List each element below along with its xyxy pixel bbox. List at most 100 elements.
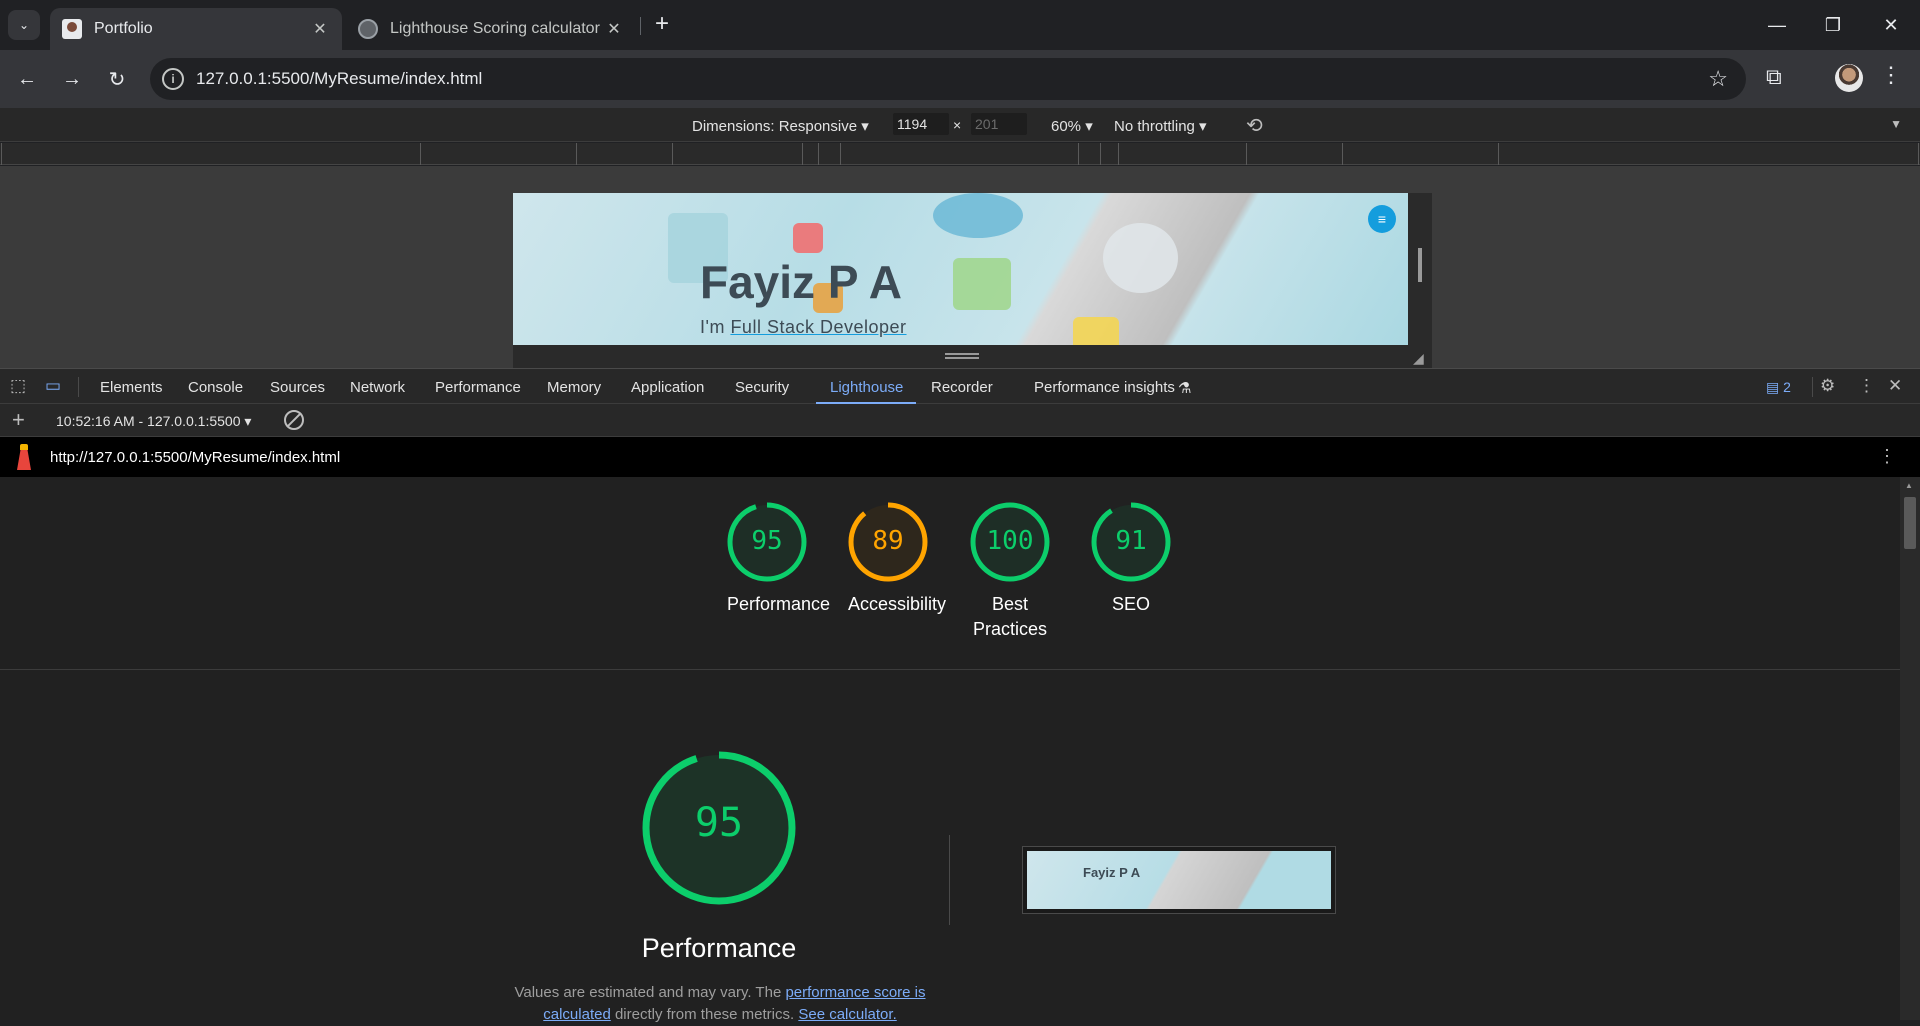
portfolio-favicon-icon [62,19,82,39]
score-gauge-accessibility[interactable]: 89 Accessibility [848,502,947,617]
profile-avatar[interactable] [1835,64,1863,92]
score-gauge-seo[interactable]: 91 SEO [1091,502,1171,617]
corner-resize-icon[interactable]: ◢ [1413,350,1424,367]
width-input[interactable]: 1194 [893,113,949,135]
bookmark-star-icon[interactable]: ☆ [1708,66,1728,92]
site-hero-subtitle: I'm Full Stack Developer [700,317,907,338]
media-query-ruler[interactable] [0,143,1920,165]
tab-performance[interactable]: Performance [435,379,521,396]
gauge-score: 89 [872,526,904,556]
performance-title: Performance [641,933,797,963]
score-gauge-best-practices[interactable]: 100 Best Practices [970,502,1050,642]
score-gauge-performance[interactable]: 95 Performance [727,502,831,617]
tab-separator [640,17,641,35]
tab-network[interactable]: Network [350,379,405,396]
close-window-button[interactable]: ✕ [1866,6,1916,44]
zoom-dropdown[interactable]: 60% ▾ [1051,117,1093,135]
close-tab-icon[interactable]: ✕ [308,19,332,39]
devtools-tab-bar: ⬚ ▭ Elements Console Sources Network Per… [0,368,1920,404]
browser-menu-icon[interactable]: ⋮ [1880,62,1902,88]
report-url[interactable]: http://127.0.0.1:5500/MyResume/index.htm… [50,449,340,466]
emulated-viewport-area: Fayiz P A I'm Full Stack Developer ≡ ◢ [0,166,1920,372]
new-report-icon[interactable]: + [12,407,25,433]
tab-lighthouse[interactable]: Lighthouse [830,379,903,396]
tab-title: Lighthouse Scoring calculator [390,20,600,37]
browser-toolbar: ← → ↻ i 127.0.0.1:5500/MyResume/index.ht… [0,50,1920,108]
minimize-button[interactable]: — [1752,6,1802,44]
site-info-icon[interactable]: i [162,68,184,90]
more-options-icon[interactable]: ▼ [1890,117,1902,131]
gauge-label: SEO [1111,594,1150,614]
subtitle-role: Full Stack Developer [730,317,907,337]
tab-search-button[interactable]: ⌄ [8,10,40,40]
tab-portfolio[interactable]: Portfolio ✕ [50,8,342,50]
restore-button[interactable]: ❐ [1808,6,1858,44]
gauge-label: Accessibility [848,594,947,614]
performance-score: 95 [694,800,744,846]
reload-button[interactable]: ↻ [100,62,134,96]
report-menu-icon[interactable]: ⋮ [1878,446,1896,467]
right-resize-handle[interactable] [1418,248,1422,282]
bottom-resize-handle[interactable] [945,353,979,359]
globe-icon [358,19,378,39]
vertical-divider [949,835,950,925]
address-url[interactable]: 127.0.0.1:5500/MyResume/index.html [196,69,482,89]
tab-application[interactable]: Application [631,379,704,396]
new-tab-button[interactable]: + [650,10,674,40]
tab-security[interactable]: Security [735,379,789,396]
emulated-page: Fayiz P A I'm Full Stack Developer ≡ [513,193,1408,345]
tab-elements[interactable]: Elements [100,379,163,396]
report-selector[interactable]: 10:52:16 AM - 127.0.0.1:5500 ▾ [56,413,251,430]
dimension-times: × [953,117,962,133]
tab-recorder[interactable]: Recorder [931,379,993,396]
device-toggle-icon[interactable]: ▭ [45,376,61,396]
clear-reports-icon[interactable] [284,410,304,430]
tab-sources[interactable]: Sources [270,379,325,396]
gauge-score: 100 [986,526,1034,556]
height-input[interactable]: 201 [971,113,1027,135]
chevron-down-icon: ⌄ [18,18,30,32]
tab-performance-insights[interactable]: Performance insights [1034,379,1175,396]
devtools-menu-icon[interactable]: ⋮ [1858,376,1875,396]
gauge-label: Best Practices [972,594,1048,639]
thumbnail-text: Fayiz P A [1083,865,1141,880]
lighthouse-report-header: http://127.0.0.1:5500/MyResume/index.htm… [0,437,1920,477]
lighthouse-report [0,477,1900,1020]
rotate-icon[interactable]: ⟲ [1246,113,1263,138]
inspect-element-icon[interactable]: ⬚ [10,376,26,396]
issues-counter[interactable]: ▤ 2 [1766,379,1791,396]
issues-count: 2 [1783,379,1791,395]
address-bar[interactable]: i 127.0.0.1:5500/MyResume/index.html ☆ [150,58,1746,100]
issues-icon: ▤ [1766,379,1784,395]
note-text: directly from these metrics. [610,1006,799,1023]
gauge-score: 95 [751,526,783,556]
back-button[interactable]: ← [10,62,44,96]
scrollbar-thumb[interactable] [1904,497,1916,549]
flask-icon: ⚗ [1178,380,1192,397]
close-devtools-icon[interactable]: ✕ [1888,376,1902,396]
performance-note: Values are estimated and may vary. The p… [510,982,930,1026]
extensions-icon[interactable]: ⧉ [1766,64,1782,90]
device-toolbar: Dimensions: Responsive ▾ 1194 × 201 60% … [0,108,1920,142]
tab-title: Portfolio [94,20,153,37]
scroll-up-arrow[interactable]: ▲ [1905,481,1913,490]
thumbnail-image: Fayiz P A [1027,851,1331,909]
forward-button[interactable]: → [55,62,89,96]
subtitle-prefix: I'm [700,317,731,337]
report-scrollbar[interactable] [1900,477,1920,1020]
tab-lighthouse-calculator[interactable]: Lighthouse Scoring calculator ✕ [346,8,636,50]
see-calculator-link[interactable]: See calculator. [798,1006,896,1023]
throttling-dropdown[interactable]: No throttling ▾ [1114,117,1207,135]
tab-memory[interactable]: Memory [547,379,601,396]
final-screenshot-thumbnail[interactable]: Fayiz P A [1022,846,1336,914]
gauge-score: 91 [1115,526,1147,556]
tab-console[interactable]: Console [188,379,243,396]
gauge-label: Performance [727,594,831,614]
section-divider [0,669,1900,670]
site-menu-icon[interactable]: ≡ [1368,205,1396,233]
close-tab-icon[interactable]: ✕ [602,19,626,39]
dimensions-dropdown[interactable]: Dimensions: Responsive ▾ [692,117,869,135]
settings-gear-icon[interactable]: ⚙ [1820,376,1835,396]
lighthouse-toolbar: + 10:52:16 AM - 127.0.0.1:5500 ▾ [0,404,1920,437]
site-hero-name: Fayiz P A [700,256,902,308]
